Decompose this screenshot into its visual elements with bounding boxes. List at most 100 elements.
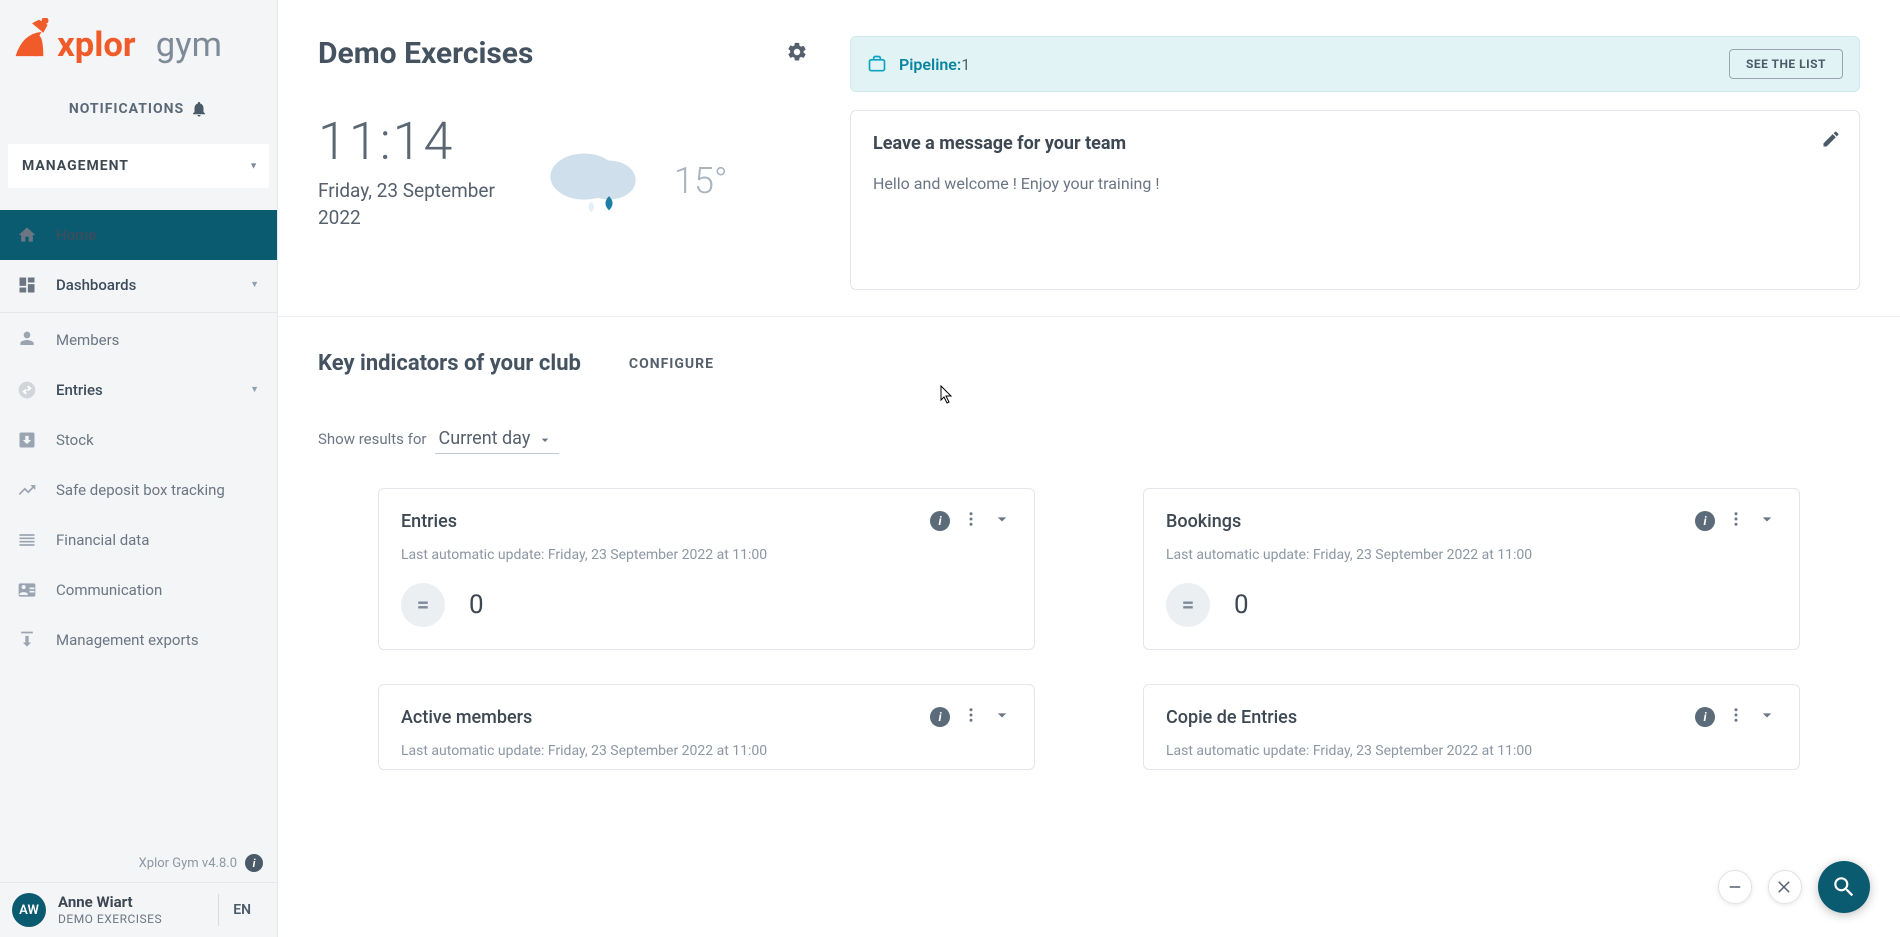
sidebar-item-home[interactable]: Home bbox=[0, 210, 277, 260]
top-right: Pipeline:1 SEE THE LIST Leave a message … bbox=[838, 36, 1860, 290]
sidebar-item-stock[interactable]: Stock bbox=[0, 415, 277, 465]
svg-text:xplor: xplor bbox=[57, 25, 136, 65]
chevron-down-icon[interactable] bbox=[992, 705, 1012, 729]
id-card-icon bbox=[16, 579, 38, 601]
pipeline-value: 1 bbox=[961, 55, 970, 74]
kpi-number: 0 bbox=[469, 590, 484, 620]
sidebar-item-members[interactable]: Members bbox=[0, 315, 277, 365]
management-label: MANAGEMENT bbox=[22, 158, 129, 174]
top-section: Demo Exercises 11:14 Friday, 23 Septembe… bbox=[278, 0, 1900, 317]
kpi-subtitle: Last automatic update: Friday, 23 Septem… bbox=[401, 743, 1012, 759]
page-title: Demo Exercises bbox=[318, 36, 533, 71]
logo[interactable]: xplor gym bbox=[0, 0, 277, 84]
version-row: Xplor Gym v4.8.0 i bbox=[0, 846, 277, 882]
clock-date: 11:14 Friday, 23 September 2022 bbox=[318, 111, 504, 231]
download-box-icon bbox=[16, 429, 38, 451]
sidebar-item-safedeposit[interactable]: Safe deposit box tracking bbox=[0, 465, 277, 515]
sidebar-footer: Xplor Gym v4.8.0 i AW Anne Wiart DEMO EX… bbox=[0, 846, 277, 937]
user-bar[interactable]: AW Anne Wiart DEMO EXERCISES EN bbox=[0, 882, 277, 937]
more-icon[interactable] bbox=[1727, 510, 1745, 532]
caret-down-icon: ▼ bbox=[250, 384, 259, 395]
nav-label: Communication bbox=[56, 581, 162, 599]
app-root: xplor gym NOTIFICATIONS MANAGEMENT ▼ Home… bbox=[0, 0, 1900, 937]
minimize-button[interactable] bbox=[1718, 870, 1752, 904]
kpi-subtitle: Last automatic update: Friday, 23 Septem… bbox=[1166, 743, 1777, 759]
kpi-card-entries: Entries i Last automatic update: Friday,… bbox=[378, 488, 1035, 650]
dashboard-icon bbox=[16, 274, 38, 296]
nav-label: Safe deposit box tracking bbox=[56, 481, 225, 499]
kpi-grid: Entries i Last automatic update: Friday,… bbox=[318, 488, 1860, 770]
kpi-card-bookings: Bookings i Last automatic update: Friday… bbox=[1143, 488, 1800, 650]
kpi-subtitle: Last automatic update: Friday, 23 Septem… bbox=[401, 547, 1012, 563]
info-icon[interactable]: i bbox=[1695, 511, 1715, 531]
person-icon bbox=[16, 329, 38, 351]
floating-actions bbox=[1718, 861, 1870, 913]
search-fab[interactable] bbox=[1818, 861, 1870, 913]
sidebar-item-entries[interactable]: Entries ▼ bbox=[0, 365, 277, 415]
chevron-down-icon[interactable] bbox=[992, 509, 1012, 533]
nav-label: Home bbox=[56, 226, 96, 244]
user-info: Anne Wiart DEMO EXERCISES bbox=[58, 893, 162, 927]
bell-icon bbox=[190, 100, 208, 118]
avatar: AW bbox=[12, 893, 46, 927]
nav-label: Members bbox=[56, 331, 119, 349]
team-message-card: Leave a message for your team Hello and … bbox=[850, 110, 1860, 290]
title-row: Demo Exercises bbox=[318, 36, 808, 71]
info-icon[interactable]: i bbox=[930, 511, 950, 531]
message-title: Leave a message for your team bbox=[873, 133, 1837, 154]
chevron-down-icon[interactable] bbox=[1757, 705, 1777, 729]
pipeline-label: Pipeline: bbox=[899, 55, 961, 74]
gear-icon[interactable] bbox=[786, 41, 808, 67]
management-dropdown[interactable]: MANAGEMENT ▼ bbox=[8, 144, 269, 188]
pipeline-left: Pipeline:1 bbox=[867, 54, 970, 74]
time-weather-block: 11:14 Friday, 23 September 2022 15° bbox=[318, 111, 808, 231]
more-icon[interactable] bbox=[962, 706, 980, 728]
kpi-title: Bookings bbox=[1166, 511, 1241, 532]
svg-text:gym: gym bbox=[156, 25, 222, 65]
info-icon[interactable]: i bbox=[1695, 707, 1715, 727]
language-toggle[interactable]: EN bbox=[218, 894, 265, 926]
indicators-header: Key indicators of your club CONFIGURE bbox=[318, 351, 1860, 376]
pipeline-banner: Pipeline:1 SEE THE LIST bbox=[850, 36, 1860, 92]
chevron-down-icon[interactable] bbox=[1757, 509, 1777, 533]
kpi-card-copie-entries: Copie de Entries i Last automatic update… bbox=[1143, 684, 1800, 770]
info-icon[interactable]: i bbox=[245, 854, 263, 872]
sidebar-nav: Home Dashboards ▼ Members Entries ▼ Stoc… bbox=[0, 210, 277, 846]
info-icon[interactable]: i bbox=[930, 707, 950, 727]
sidebar-item-exports[interactable]: Management exports bbox=[0, 615, 277, 665]
message-body: Hello and welcome ! Enjoy your training … bbox=[873, 174, 1837, 193]
swap-icon bbox=[16, 379, 38, 401]
indicators-section: Key indicators of your club CONFIGURE Sh… bbox=[278, 317, 1900, 810]
sidebar-item-communication[interactable]: Communication bbox=[0, 565, 277, 615]
kpi-value-row: = 0 bbox=[401, 583, 1012, 627]
list-icon bbox=[16, 529, 38, 551]
kpi-card-active-members: Active members i Last automatic update: … bbox=[378, 684, 1035, 770]
more-icon[interactable] bbox=[1727, 706, 1745, 728]
sidebar-item-financial[interactable]: Financial data bbox=[0, 515, 277, 565]
kpi-title: Copie de Entries bbox=[1166, 707, 1297, 728]
sidebar-item-dashboards[interactable]: Dashboards ▼ bbox=[0, 260, 277, 310]
indicators-title: Key indicators of your club bbox=[318, 351, 581, 376]
nav-label: Stock bbox=[56, 431, 94, 449]
notifications-label: NOTIFICATIONS bbox=[69, 101, 184, 117]
nav-label: Financial data bbox=[56, 531, 149, 549]
user-name: Anne Wiart bbox=[58, 893, 162, 912]
home-icon bbox=[16, 224, 38, 246]
configure-button[interactable]: CONFIGURE bbox=[629, 356, 714, 372]
kpi-subtitle: Last automatic update: Friday, 23 Septem… bbox=[1166, 547, 1777, 563]
cloud-rain-icon bbox=[538, 141, 648, 221]
temperature: 15° bbox=[674, 160, 728, 202]
more-icon[interactable] bbox=[962, 510, 980, 532]
clock: 11:14 bbox=[318, 111, 504, 172]
trending-icon bbox=[16, 479, 38, 501]
caret-down-icon: ▼ bbox=[249, 160, 259, 171]
filter-select[interactable]: Current day bbox=[435, 424, 559, 454]
notifications-button[interactable]: NOTIFICATIONS bbox=[0, 84, 277, 144]
weather: 15° bbox=[538, 141, 728, 221]
filter-row: Show results for Current day bbox=[318, 424, 1860, 454]
close-button[interactable] bbox=[1768, 870, 1802, 904]
nav-label: Management exports bbox=[56, 631, 199, 649]
edit-icon[interactable] bbox=[1821, 129, 1841, 153]
see-list-button[interactable]: SEE THE LIST bbox=[1729, 49, 1843, 79]
date: Friday, 23 September 2022 bbox=[318, 178, 504, 231]
